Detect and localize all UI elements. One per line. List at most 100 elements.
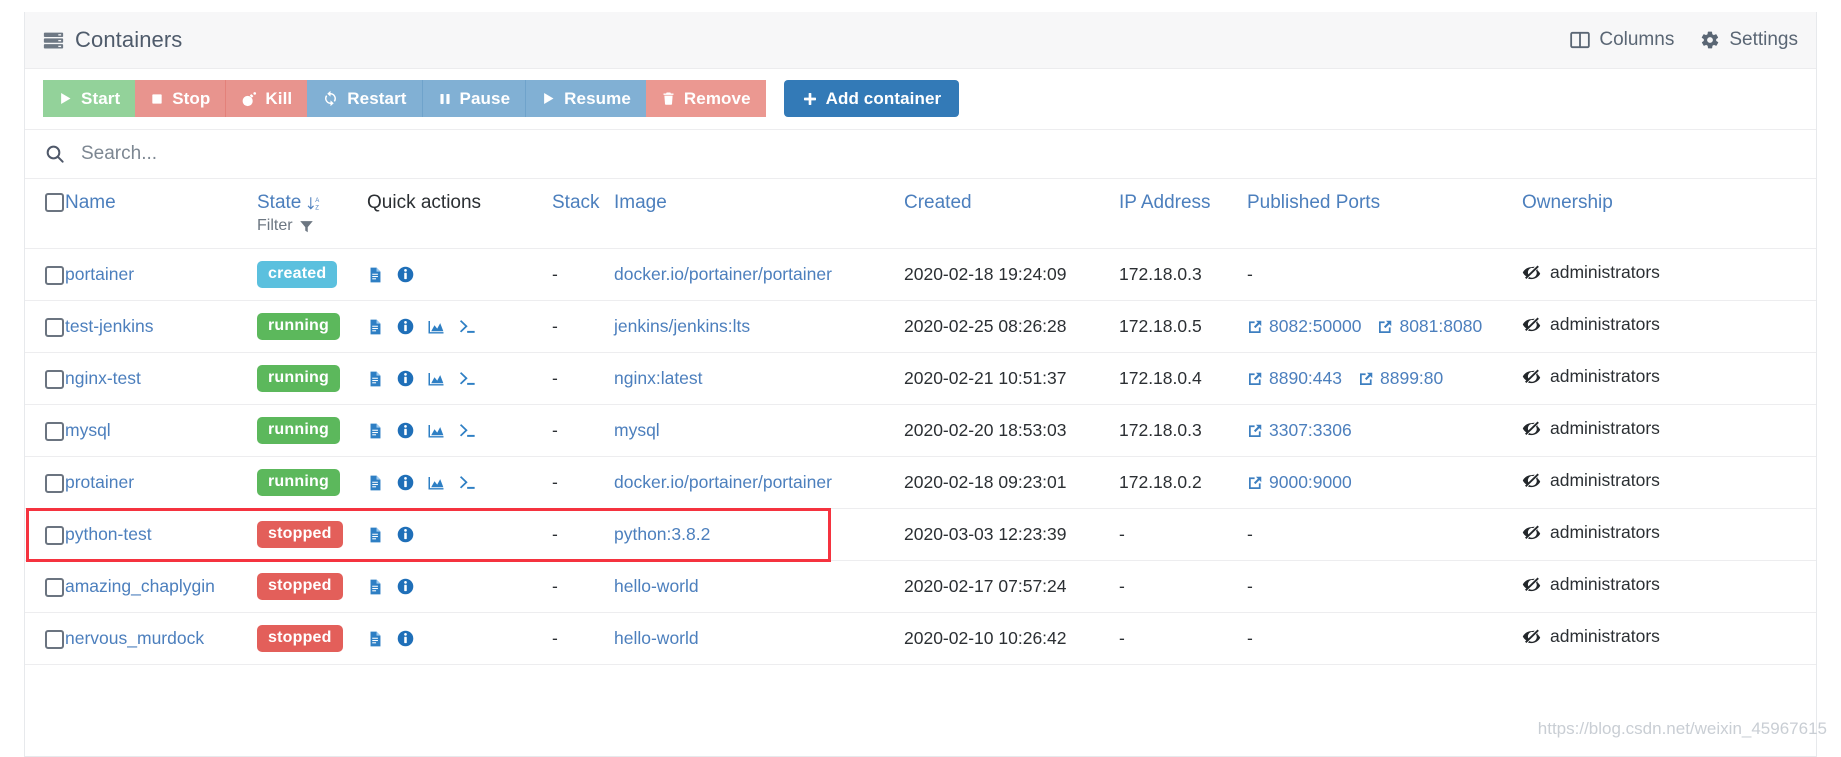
container-name-link[interactable]: amazing_chaplygin bbox=[65, 576, 215, 596]
file-lines-icon[interactable] bbox=[367, 422, 384, 440]
select-all-checkbox[interactable] bbox=[45, 193, 64, 213]
kill-button[interactable]: Kill bbox=[225, 80, 308, 117]
pause-button[interactable]: Pause bbox=[421, 80, 526, 117]
info-circle-icon[interactable] bbox=[397, 526, 414, 543]
table-row[interactable]: portainer created - docker.io/portainer/por… bbox=[25, 248, 1816, 301]
start-button[interactable]: Start bbox=[43, 80, 136, 117]
row-checkbox[interactable] bbox=[45, 525, 64, 545]
header-ip-address[interactable]: IP Address bbox=[1119, 179, 1247, 249]
ip-address-cell: - bbox=[1119, 560, 1247, 613]
image-cell: jenkins/jenkins:lts bbox=[614, 300, 904, 353]
chart-area-icon[interactable] bbox=[427, 422, 445, 440]
file-lines-icon[interactable] bbox=[367, 370, 384, 388]
header-published-ports[interactable]: Published Ports bbox=[1247, 179, 1522, 249]
image-cell: hello-world bbox=[614, 612, 904, 665]
image-link[interactable]: hello-world bbox=[614, 576, 699, 596]
remove-button[interactable]: Remove bbox=[645, 80, 766, 117]
eye-slash-icon bbox=[1522, 419, 1541, 438]
container-name-link[interactable]: nginx-test bbox=[65, 368, 141, 388]
row-select-cell bbox=[25, 560, 65, 613]
row-checkbox[interactable] bbox=[45, 577, 64, 597]
row-checkbox[interactable] bbox=[45, 317, 64, 337]
published-port-link[interactable]: 8081:8080 bbox=[1377, 316, 1482, 337]
published-port-link[interactable]: 8890:443 bbox=[1247, 368, 1342, 389]
table-row[interactable]: nervous_murdock stopped - hello-world 2020-0… bbox=[25, 612, 1816, 665]
header-created[interactable]: Created bbox=[904, 179, 1119, 249]
terminal-icon[interactable] bbox=[458, 422, 476, 440]
chart-area-icon[interactable] bbox=[427, 318, 445, 336]
chart-area-icon[interactable] bbox=[427, 474, 445, 492]
row-select-cell bbox=[25, 612, 65, 665]
settings-button[interactable]: Settings bbox=[1700, 29, 1798, 51]
row-checkbox[interactable] bbox=[45, 629, 64, 649]
header-image[interactable]: Image bbox=[614, 179, 904, 249]
stack-value: - bbox=[552, 264, 558, 284]
row-checkbox[interactable] bbox=[45, 265, 64, 285]
search-input[interactable] bbox=[79, 142, 1796, 166]
columns-button[interactable]: Columns bbox=[1570, 29, 1674, 51]
table-row[interactable]: nginx-test running - nginx:latest 2020-02-21… bbox=[25, 352, 1816, 405]
container-name-link[interactable]: portainer bbox=[65, 264, 134, 284]
table-row[interactable]: test-jenkins running - jenkins/jenkins:lts 2… bbox=[25, 300, 1816, 353]
info-circle-icon[interactable] bbox=[397, 370, 414, 387]
stack-cell: - bbox=[552, 248, 614, 301]
header-name[interactable]: Name bbox=[65, 179, 257, 249]
image-link[interactable]: jenkins/jenkins:lts bbox=[614, 316, 750, 336]
containers-table: Name State A Z Filter Quick actions Stac… bbox=[25, 179, 1816, 665]
container-name-link[interactable]: test-jenkins bbox=[65, 316, 154, 336]
row-checkbox[interactable] bbox=[45, 473, 64, 493]
ip-address-value: 172.18.0.5 bbox=[1119, 316, 1202, 336]
image-link[interactable]: docker.io/portainer/portainer bbox=[614, 264, 832, 284]
chart-area-icon[interactable] bbox=[427, 370, 445, 388]
published-port-link[interactable]: 8899:80 bbox=[1358, 368, 1443, 389]
image-link[interactable]: docker.io/portainer/portainer bbox=[614, 472, 832, 492]
image-link[interactable]: hello-world bbox=[614, 628, 699, 648]
table-row[interactable]: python-test stopped - python:3.8.2 2020-03-0… bbox=[25, 508, 1816, 561]
terminal-icon[interactable] bbox=[458, 370, 476, 388]
created-value: 2020-02-10 10:26:42 bbox=[904, 628, 1067, 648]
container-name-link[interactable]: mysql bbox=[65, 420, 111, 440]
table-row[interactable]: amazing_chaplygin stopped - hello-world 2020… bbox=[25, 560, 1816, 613]
stack-value: - bbox=[552, 368, 558, 388]
container-name-link[interactable]: python-test bbox=[65, 524, 152, 544]
header-state: State A Z Filter bbox=[257, 179, 367, 249]
restart-button[interactable]: Restart bbox=[307, 80, 422, 117]
image-link[interactable]: python:3.8.2 bbox=[614, 524, 710, 544]
file-lines-icon[interactable] bbox=[367, 630, 384, 648]
container-name-link[interactable]: protainer bbox=[65, 472, 134, 492]
published-port-value: 8081:8080 bbox=[1399, 316, 1483, 336]
terminal-icon[interactable] bbox=[458, 318, 476, 336]
info-circle-icon[interactable] bbox=[397, 474, 414, 491]
terminal-icon[interactable] bbox=[458, 474, 476, 492]
resume-button[interactable]: Resume bbox=[525, 80, 646, 117]
table-row[interactable]: protainer running - docker.io/portainer/por… bbox=[25, 456, 1816, 509]
info-circle-icon[interactable] bbox=[397, 266, 414, 283]
file-lines-icon[interactable] bbox=[367, 526, 384, 544]
info-circle-icon[interactable] bbox=[397, 318, 414, 335]
published-port-link[interactable]: 8082:50000 bbox=[1247, 316, 1361, 337]
quick-actions-cell bbox=[367, 612, 552, 665]
ownership-cell: administrators bbox=[1522, 352, 1816, 405]
file-lines-icon[interactable] bbox=[367, 266, 384, 284]
row-checkbox[interactable] bbox=[45, 421, 64, 441]
table-row[interactable]: mysql running - mysql 2020-02-20 18:53:03 172… bbox=[25, 404, 1816, 457]
image-link[interactable]: nginx:latest bbox=[614, 368, 703, 388]
info-circle-icon[interactable] bbox=[397, 422, 414, 439]
container-name-link[interactable]: nervous_murdock bbox=[65, 628, 204, 648]
file-lines-icon[interactable] bbox=[367, 474, 384, 492]
published-port-link[interactable]: 9000:9000 bbox=[1247, 472, 1352, 493]
file-lines-icon[interactable] bbox=[367, 578, 384, 596]
image-link[interactable]: mysql bbox=[614, 420, 660, 440]
file-lines-icon[interactable] bbox=[367, 318, 384, 336]
header-ownership[interactable]: Ownership bbox=[1522, 179, 1816, 249]
info-circle-icon[interactable] bbox=[397, 578, 414, 595]
row-checkbox[interactable] bbox=[45, 369, 64, 389]
stop-button[interactable]: Stop bbox=[135, 80, 226, 117]
header-state-filter[interactable]: Filter bbox=[257, 217, 367, 235]
container-name-cell: test-jenkins bbox=[65, 300, 257, 353]
add-container-button[interactable]: Add container bbox=[783, 80, 960, 117]
header-stack[interactable]: Stack bbox=[552, 179, 614, 249]
info-circle-icon[interactable] bbox=[397, 630, 414, 647]
published-port-link[interactable]: 3307:3306 bbox=[1247, 420, 1352, 441]
header-state-sort[interactable]: State A Z bbox=[257, 192, 367, 214]
